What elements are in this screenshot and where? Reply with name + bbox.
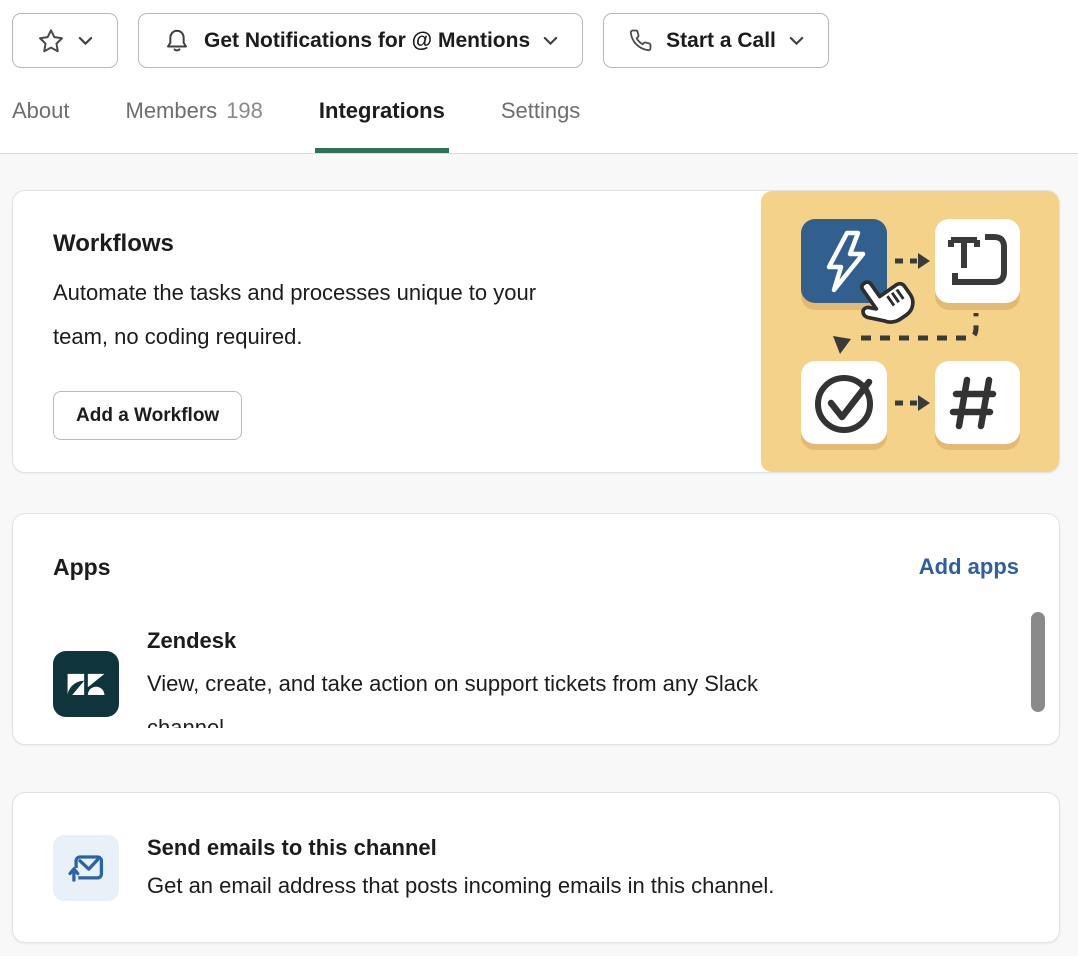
apps-card: Apps Add apps Zendesk View, create, and … xyxy=(12,513,1060,745)
chevron-down-icon xyxy=(543,36,558,46)
workflows-card: Workflows Automate the tasks and process… xyxy=(12,190,1060,473)
app-description: View, create, and take action on support… xyxy=(147,662,758,728)
star-channel-button[interactable] xyxy=(12,13,118,68)
incoming-email-icon xyxy=(53,835,119,901)
zendesk-logo xyxy=(53,651,119,717)
send-emails-card[interactable]: Send emails to this channel Get an email… xyxy=(12,792,1060,943)
email-card-title: Send emails to this channel xyxy=(147,832,774,864)
workflows-title: Workflows xyxy=(53,229,733,259)
notifications-button[interactable]: Get Notifications for @ Mentions xyxy=(138,13,583,68)
channel-detail-tabs: About Members 198 Integrations Settings xyxy=(12,68,1066,153)
tab-integrations[interactable]: Integrations xyxy=(319,68,445,153)
email-text-block: Send emails to this channel Get an email… xyxy=(147,832,774,904)
chevron-down-icon xyxy=(789,36,804,46)
start-call-button[interactable]: Start a Call xyxy=(603,13,829,68)
app-text-block: Zendesk View, create, and take action on… xyxy=(147,626,758,728)
app-row-zendesk[interactable]: Zendesk View, create, and take action on… xyxy=(53,626,1019,728)
notifications-button-label: Get Notifications for @ Mentions xyxy=(204,29,530,53)
integrations-panel: Workflows Automate the tasks and process… xyxy=(0,154,1078,943)
workflow-form-tile xyxy=(935,219,1020,303)
workflow-illustration xyxy=(761,191,1059,472)
tab-about[interactable]: About xyxy=(12,68,70,153)
workflows-description: Automate the tasks and processes unique … xyxy=(53,271,733,359)
apps-card-header: Apps Add apps xyxy=(53,552,1019,582)
star-icon xyxy=(37,27,65,55)
members-count: 198 xyxy=(226,98,263,124)
apps-title: Apps xyxy=(53,552,111,582)
add-workflow-button[interactable]: Add a Workflow xyxy=(53,391,242,440)
channel-toolbar: Get Notifications for @ Mentions Start a… xyxy=(12,13,1066,68)
tab-members[interactable]: Members 198 xyxy=(126,68,263,153)
workflow-channel-tile xyxy=(935,361,1020,444)
email-card-description: Get an email address that posts incoming… xyxy=(147,868,774,904)
apps-scrollbar-thumb[interactable] xyxy=(1031,612,1045,712)
workflows-text-block: Workflows Automate the tasks and process… xyxy=(13,191,733,440)
channel-details-header: Get Notifications for @ Mentions Start a… xyxy=(0,0,1078,154)
tab-settings[interactable]: Settings xyxy=(501,68,581,153)
bell-icon xyxy=(163,27,191,55)
app-name: Zendesk xyxy=(147,626,758,656)
add-apps-link[interactable]: Add apps xyxy=(919,552,1019,582)
apps-list: Zendesk View, create, and take action on… xyxy=(53,626,1019,728)
phone-icon xyxy=(628,28,653,53)
chevron-down-icon xyxy=(78,36,93,46)
start-call-button-label: Start a Call xyxy=(666,29,776,53)
